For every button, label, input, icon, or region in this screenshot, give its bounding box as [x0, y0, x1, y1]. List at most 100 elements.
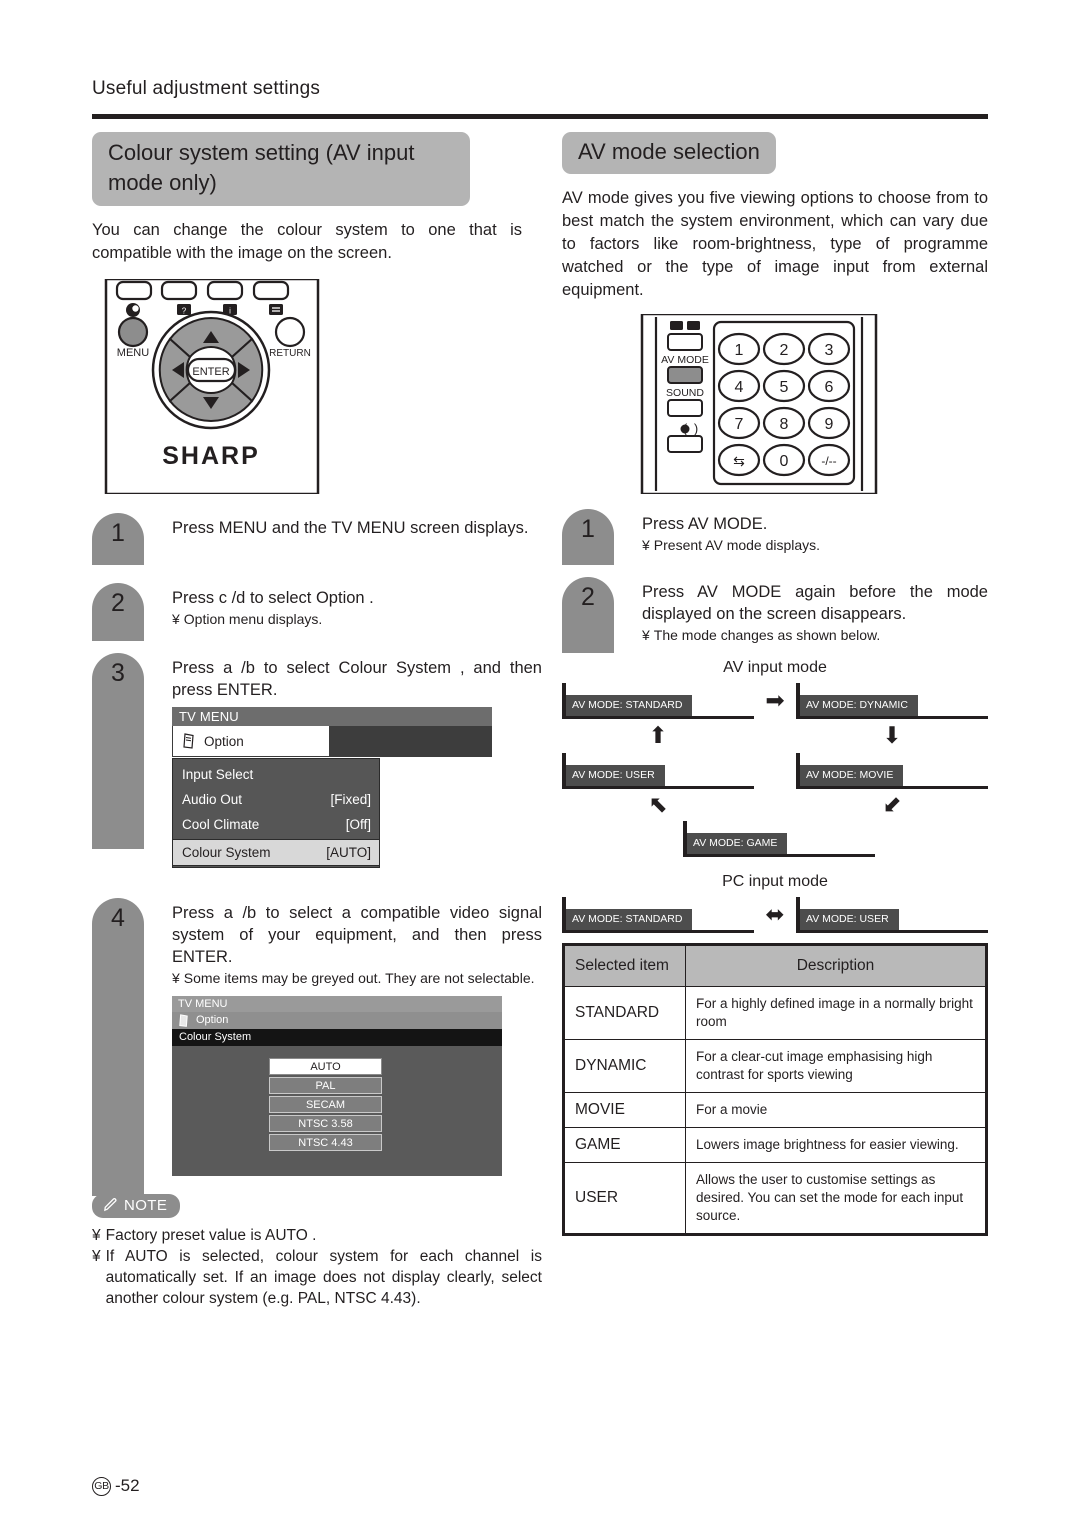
osd-item-label: Cool Climate — [182, 817, 260, 832]
node-hline — [796, 930, 988, 933]
osd-tab-row: Option — [172, 726, 492, 757]
svg-text:ENTER: ENTER — [192, 366, 229, 378]
table-row: STANDARD For a highly defined image in a… — [563, 986, 987, 1040]
osd-list-item-selected[interactable]: Colour System [AUTO] — [172, 839, 380, 866]
svg-text:4: 4 — [735, 379, 744, 396]
osd-tab-option[interactable]: Option — [172, 726, 330, 757]
node-label: AV MODE: USER — [566, 765, 665, 786]
av-mode-intro: AV mode gives you five viewing options t… — [562, 189, 988, 299]
osd-item-value: [AUTO] — [326, 845, 371, 860]
step-note-text: The mode changes as shown below. — [653, 627, 881, 643]
mode-description: Lowers image brightness for easier viewi… — [685, 1127, 987, 1163]
osd-list-item[interactable]: Cool Climate [Off] — [173, 812, 379, 837]
step-4: 4 Press a /b to select a compatible vide… — [92, 898, 542, 1196]
svg-text:SHARP: SHARP — [162, 442, 260, 470]
osd-item-value: [Fixed] — [330, 792, 371, 807]
arrow-up-icon: ⬆ — [648, 722, 668, 748]
svg-text:1: 1 — [735, 342, 744, 359]
bullet-yen-icon: ¥ — [92, 1227, 101, 1244]
node-hline — [562, 716, 754, 719]
svg-text:3: 3 — [825, 342, 834, 359]
column-header-selected-item: Selected item — [563, 944, 686, 987]
osd-choice-ntsc-443[interactable]: NTSC 4.43 — [269, 1134, 382, 1151]
svg-text:9: 9 — [825, 416, 834, 433]
svg-text:MENU: MENU — [117, 347, 149, 359]
osd-colour-system: TV MENU Option Colour System AUTO PAL SE… — [172, 996, 502, 1176]
step-number-badge: 2 — [92, 583, 144, 641]
node-label: AV MODE: USER — [800, 909, 899, 930]
osd-item-label: Colour System — [182, 845, 271, 860]
step-text: Press MENU and the TV MENU screen displa… — [172, 519, 529, 537]
right-column: AV mode selection AV mode gives you five… — [562, 132, 988, 1236]
table-row: USER Allows the user to customise settin… — [563, 1162, 987, 1235]
step-text: Press a /b to select Colour System , and… — [172, 659, 542, 699]
osd-node-dynamic: AV MODE: DYNAMIC — [796, 683, 988, 719]
mode-name: STANDARD — [563, 986, 686, 1040]
svg-text:0: 0 — [780, 453, 789, 470]
bullet-yen-icon: ¥ — [172, 611, 180, 627]
node-hline — [683, 854, 875, 857]
note-items: ¥ Factory preset value is AUTO . ¥ If AU… — [92, 1225, 542, 1309]
arrow-right-icon: ➡ — [765, 687, 785, 713]
left-column: Colour system setting (AV input mode onl… — [92, 132, 542, 1309]
mode-name: MOVIE — [563, 1092, 686, 1128]
osd-node-movie: AV MODE: MOVIE — [796, 753, 988, 789]
av-mode-description-table: Selected item Description STANDARD For a… — [562, 943, 988, 1236]
note-item-text: Factory preset value is AUTO . — [105, 1227, 317, 1244]
column-header-description: Description — [685, 944, 987, 987]
pc-input-mode-diagram: PC input mode AV MODE: STANDARD ⬌ AV MOD… — [562, 873, 988, 933]
svg-text:SOUND: SOUND — [666, 387, 704, 399]
arrow-left-right-icon: ⬌ — [765, 901, 785, 927]
osd-choice-auto[interactable]: AUTO — [269, 1058, 382, 1075]
remote-control-illustration-keypad: AV MODE SOUND ( ) 1 2 3 4 5 6 7 8 9 — [634, 312, 988, 499]
note-section: NOTE ¥ Factory preset value is AUTO . ¥ … — [92, 1194, 542, 1309]
mode-name: GAME — [563, 1127, 686, 1163]
osd-list-item[interactable]: Audio Out [Fixed] — [173, 787, 379, 812]
header-rule — [92, 114, 988, 119]
step-note-text: Present AV mode displays. — [653, 537, 821, 553]
svg-text:7: 7 — [735, 416, 744, 433]
step-note: ¥ The mode changes as shown below. — [642, 626, 988, 645]
arrow-down-left-icon: ⬋ — [882, 791, 902, 817]
osd-titlebar: TV MENU — [172, 996, 502, 1012]
osd-choice-pal[interactable]: PAL — [269, 1077, 382, 1094]
osd-tab-label: Option — [196, 1014, 229, 1026]
osd-tab-option[interactable]: Option — [172, 1012, 502, 1029]
svg-text:-/--: -/-- — [821, 454, 836, 468]
node-label: AV MODE: DYNAMIC — [800, 695, 918, 716]
osd-choice-secam[interactable]: SECAM — [269, 1096, 382, 1113]
mode-name: USER — [563, 1162, 686, 1235]
colour-system-intro: You can change the colour system to one … — [92, 221, 522, 262]
osd-item-value: [Off] — [345, 817, 371, 832]
mode-description: For a clear-cut image emphasising high c… — [685, 1039, 987, 1093]
step-note: ¥ Option menu displays. — [172, 610, 542, 629]
node-hline — [796, 716, 988, 719]
osd-tab-label: Option — [204, 733, 244, 749]
step-note-text: Option menu displays. — [183, 611, 323, 627]
node-label: AV MODE: STANDARD — [566, 909, 693, 930]
osd-subtitle: Colour System — [172, 1029, 502, 1046]
note-item: ¥ If AUTO is selected, colour system for… — [92, 1246, 542, 1309]
note-item-text: If AUTO is selected, colour system for e… — [105, 1248, 542, 1307]
node-hline — [562, 930, 754, 933]
node-label: AV MODE: GAME — [687, 833, 788, 854]
section-title-colour-system: Colour system setting (AV input mode onl… — [92, 132, 470, 206]
osd-screen: Option Colour System AUTO PAL SECAM NTSC… — [172, 1012, 502, 1176]
svg-text:5: 5 — [780, 379, 789, 396]
osd-list-item[interactable]: Input Select — [173, 762, 379, 787]
remote-control-illustration-menu: ? i MENU RETURN ENTER SHARP — [92, 277, 542, 499]
svg-text:⇆: ⇆ — [733, 453, 745, 469]
av-input-mode-diagram: AV input mode AV MODE: STANDARD ➡ AV MOD… — [562, 659, 988, 857]
osd-choice-ntsc-358[interactable]: NTSC 3.58 — [269, 1115, 382, 1132]
step-2: 2 Press c /d to select Option . ¥ Option … — [92, 583, 542, 641]
diagram-caption: AV input mode — [723, 659, 827, 676]
svg-text:6: 6 — [825, 379, 834, 396]
arrow-down-icon: ⬇ — [882, 722, 902, 748]
osd-node-pc-standard: AV MODE: STANDARD — [562, 897, 754, 933]
bullet-yen-icon: ¥ — [642, 627, 650, 643]
step-note: ¥ Present AV mode displays. — [642, 536, 988, 555]
bullet-yen-icon: ¥ — [172, 970, 180, 986]
step-1: 1 Press MENU and the TV MENU screen disp… — [92, 513, 542, 565]
step-1: 1 Press AV MODE. ¥ Present AV mode displa… — [562, 509, 988, 565]
step-text: Press AV MODE again before the mode disp… — [642, 583, 988, 623]
